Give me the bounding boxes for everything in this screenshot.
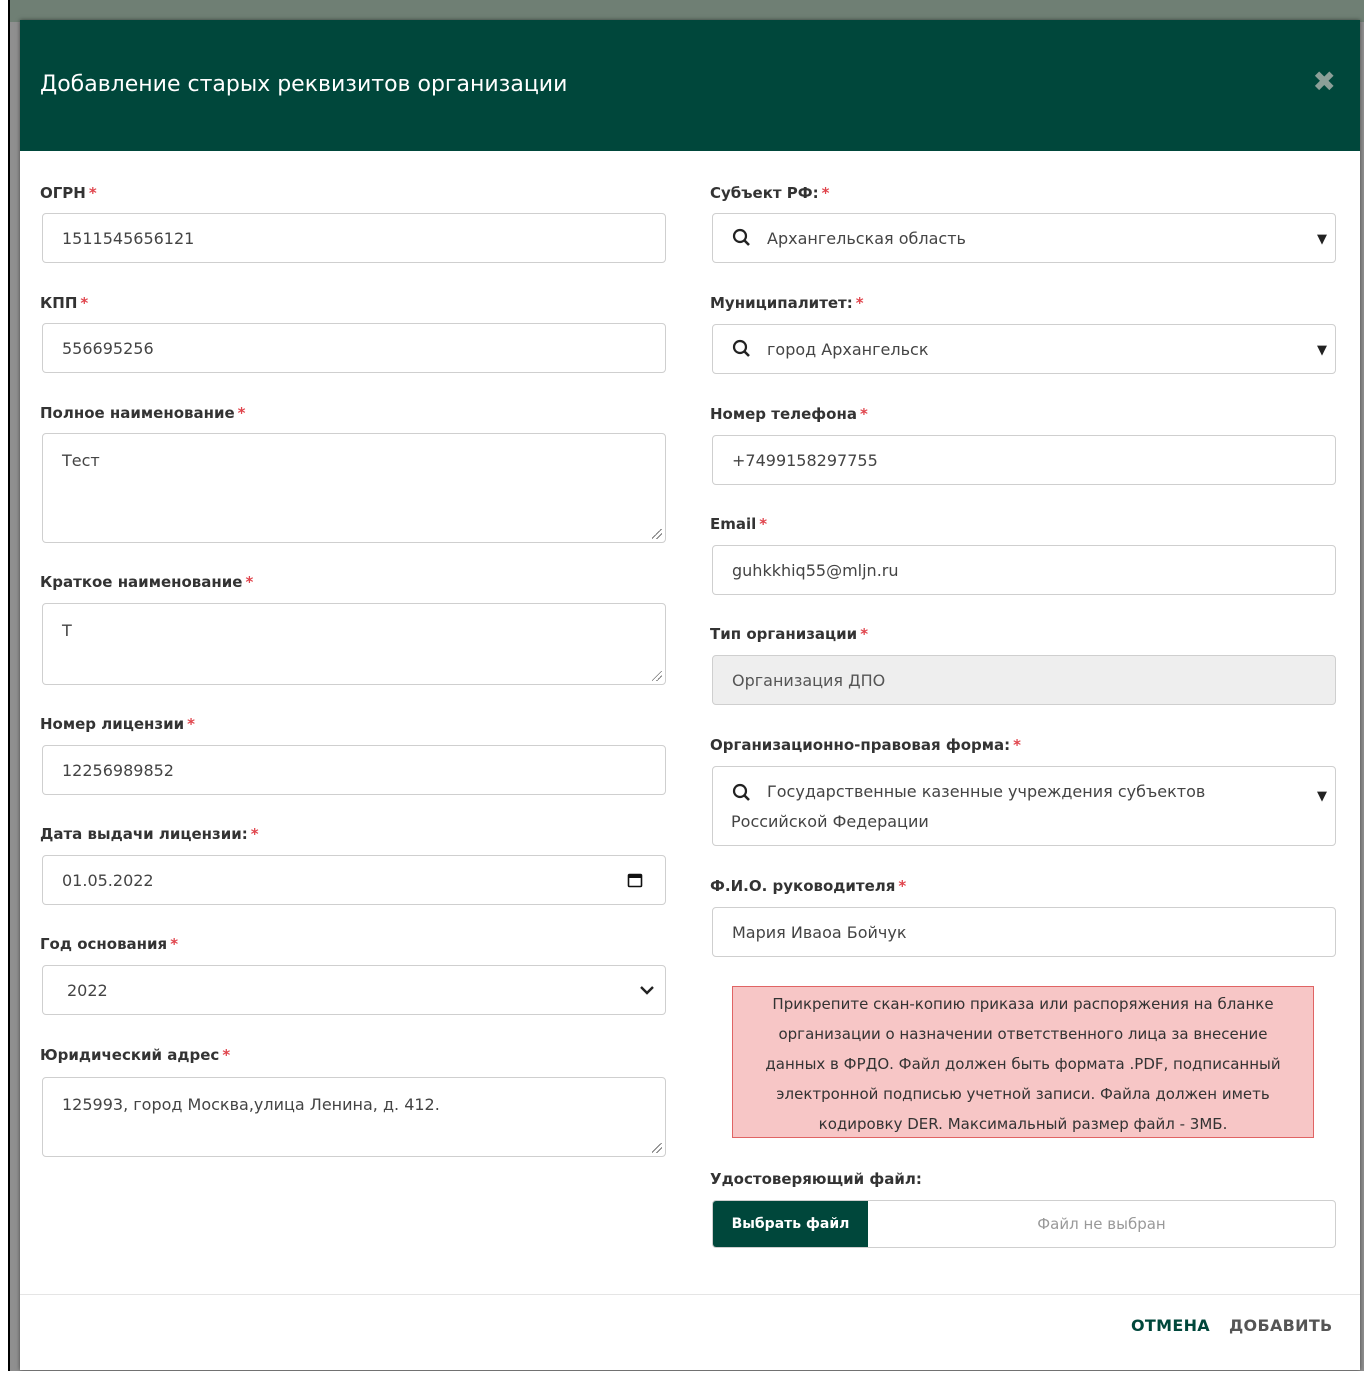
resize-grip-icon[interactable] (652, 1143, 662, 1153)
license-number-input[interactable]: 12256989852 (42, 745, 666, 795)
required-mark: * (88, 184, 97, 202)
notice-line: организации о назначении ответственного … (778, 1025, 1268, 1043)
search-icon (732, 783, 750, 801)
municipality-label: Муниципалитет: * (710, 294, 864, 312)
add-old-requisites-dialog: Добавление старых реквизитов организации… (20, 20, 1360, 1370)
kpp-input[interactable]: 556695256 (42, 323, 666, 373)
region-value: Архангельская область (767, 228, 966, 248)
cancel-button[interactable]: ОТМЕНА (1131, 1316, 1210, 1335)
legal-address-value: 125993, город Москва,улица Ленина, д. 41… (62, 1095, 440, 1114)
resize-grip-icon[interactable] (652, 529, 662, 539)
head-name-label: Ф.И.О. руководителя * (710, 877, 907, 895)
notice-line: электронной подписью учетной записи. Фай… (776, 1085, 1270, 1103)
ogrn-input[interactable]: 1511545656121 (42, 213, 666, 263)
phone-input[interactable]: +7499158297755 (712, 435, 1336, 485)
notice-line: данных в ФРДО. Файл должен быть формата … (765, 1055, 1281, 1073)
phone-label: Номер телефона * (710, 405, 868, 423)
legal-address-label: Юридический адрес * (40, 1046, 231, 1064)
notice-line: кодировку DER. Максимальный размер файл … (818, 1115, 1228, 1133)
required-mark: * (859, 405, 868, 423)
founded-year-value: 2022 (67, 980, 108, 1000)
email-label: Email * (710, 515, 768, 533)
org-type-label: Тип организации * (710, 625, 869, 643)
license-date-input[interactable]: 01.05.2022 (42, 855, 666, 905)
required-mark: * (237, 404, 246, 422)
region-select[interactable]: Архангельская область ▼ (712, 213, 1336, 263)
choose-file-button[interactable]: Выбрать файл (713, 1201, 868, 1247)
required-mark: * (759, 515, 768, 533)
close-icon[interactable]: ✖ (1313, 68, 1336, 96)
org-type-input: Организация ДПО (712, 655, 1336, 705)
legal-form-value-line1: Государственные казенные учреждения субъ… (767, 782, 1206, 801)
footer-divider (20, 1294, 1360, 1295)
required-mark: * (860, 625, 869, 643)
page-backdrop (0, 0, 1364, 22)
required-mark: * (250, 825, 259, 843)
legal-address-textarea[interactable]: 125993, город Москва,улица Ленина, д. 41… (42, 1077, 666, 1157)
short-name-label: Краткое наименование * (40, 573, 254, 591)
full-name-textarea[interactable]: Тест (42, 433, 666, 543)
ogrn-label: ОГРН * (40, 184, 97, 202)
required-mark: * (898, 877, 907, 895)
short-name-textarea[interactable]: Т (42, 603, 666, 685)
file-upload-field: Выбрать файл Файл не выбран (712, 1200, 1336, 1248)
screenshot-frame-bottom (0, 1371, 1364, 1376)
founded-year-select[interactable]: 2022 (42, 965, 666, 1015)
search-icon (732, 339, 750, 357)
resize-grip-icon[interactable] (652, 671, 662, 681)
email-input[interactable]: guhkkhiq55@mljn.ru (712, 545, 1336, 595)
founded-year-label: Год основания * (40, 935, 179, 953)
required-mark: * (170, 935, 179, 953)
calendar-icon[interactable] (627, 872, 643, 888)
legal-form-label: Организационно-правовая форма: * (710, 736, 1022, 754)
search-icon (732, 228, 750, 246)
required-mark: * (222, 1046, 231, 1064)
screenshot-frame-left (0, 0, 10, 1376)
file-status-text: Файл не выбран (1037, 1215, 1166, 1233)
notice-line: Прикрепите скан-копию приказа или распор… (772, 995, 1274, 1013)
caret-down-icon: ▼ (1317, 789, 1327, 804)
file-requirements-notice: Прикрепите скан-копию приказа или распор… (732, 986, 1314, 1138)
add-button[interactable]: ДОБАВИТЬ (1229, 1316, 1333, 1335)
required-mark: * (821, 184, 830, 202)
municipality-value: город Архангельск (767, 339, 929, 359)
required-mark: * (855, 294, 864, 312)
dialog-title: Добавление старых реквизитов организации (40, 72, 568, 97)
required-mark: * (187, 715, 195, 733)
required-mark: * (1013, 736, 1022, 754)
region-label: Субъект РФ: * (710, 184, 830, 202)
file-upload-label: Удостоверяющий файл: (710, 1170, 922, 1188)
short-name-value: Т (62, 621, 72, 640)
legal-form-value-line2: Российской Федерации (731, 812, 929, 831)
chevron-down-icon (640, 986, 654, 995)
municipality-select[interactable]: город Архангельск ▼ (712, 324, 1336, 374)
required-mark: * (245, 573, 254, 591)
dialog-header: Добавление старых реквизитов организации… (20, 20, 1360, 151)
license-date-value: 01.05.2022 (62, 870, 154, 890)
legal-form-select[interactable]: Государственные казенные учреждения субъ… (712, 766, 1336, 846)
caret-down-icon: ▼ (1317, 343, 1327, 358)
license-number-label: Номер лицензии * (40, 715, 195, 733)
caret-down-icon: ▼ (1317, 232, 1327, 247)
required-mark: * (80, 294, 89, 312)
head-name-input[interactable]: Мария Иваоа Бойчук (712, 907, 1336, 957)
kpp-label: КПП * (40, 294, 89, 312)
full-name-value: Тест (62, 451, 100, 470)
license-date-label: Дата выдачи лицензии: * (40, 825, 259, 843)
full-name-label: Полное наименование * (40, 404, 246, 422)
